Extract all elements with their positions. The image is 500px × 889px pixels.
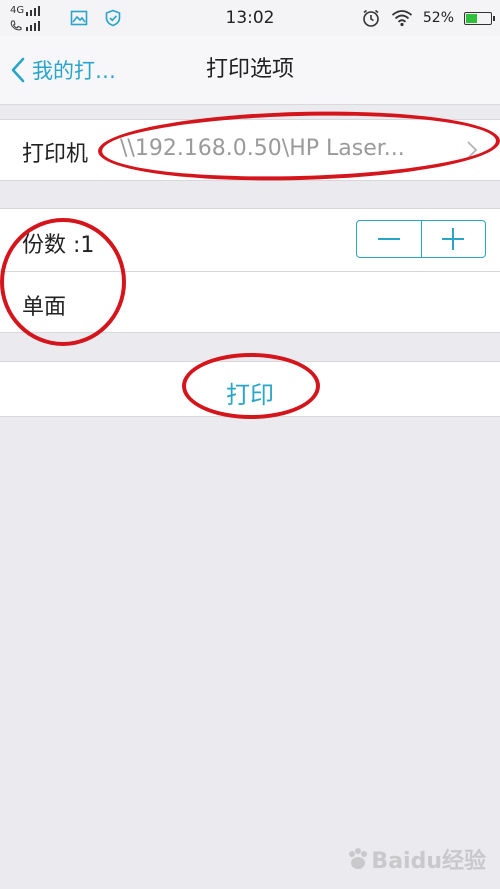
printer-value: \\192.168.0.50\HP Laser... <box>120 136 405 161</box>
status-right-group: 52% <box>361 0 495 36</box>
printer-label: 打印机 <box>22 142 89 167</box>
print-button[interactable]: 打印 <box>0 375 500 410</box>
back-button[interactable]: 我的打… <box>10 50 116 90</box>
row-divider <box>0 271 500 272</box>
copies-stepper[interactable] <box>356 220 486 258</box>
paw-icon <box>349 848 368 869</box>
decrement-button[interactable] <box>357 221 421 257</box>
options-group: 份数 :1 单面 <box>0 208 500 333</box>
sides-option[interactable]: 单面 <box>22 289 66 321</box>
chevron-right-icon <box>467 141 478 159</box>
plus-icon <box>442 228 465 250</box>
wifi-icon <box>391 10 412 27</box>
alarm-icon <box>363 9 379 27</box>
battery-fill <box>466 13 478 23</box>
navigation-bar: 我的打… 打印选项 <box>0 36 500 105</box>
printer-row[interactable]: 打印机 \\192.168.0.50\HP Laser... <box>0 119 500 181</box>
watermark-text: Baidu经验 <box>371 849 486 874</box>
increment-button[interactable] <box>420 221 486 257</box>
watermark: Baidu经验 <box>345 843 486 875</box>
battery-icon <box>464 11 495 25</box>
chevron-left-icon <box>11 57 25 83</box>
minus-icon <box>377 238 400 240</box>
print-row[interactable]: 打印 <box>0 361 500 417</box>
status-bar: 4G 13:02 52% <box>0 0 500 36</box>
battery-percent: 52% <box>422 10 454 26</box>
back-label: 我的打… <box>32 59 116 83</box>
copies-label: 份数 :1 <box>22 233 95 258</box>
